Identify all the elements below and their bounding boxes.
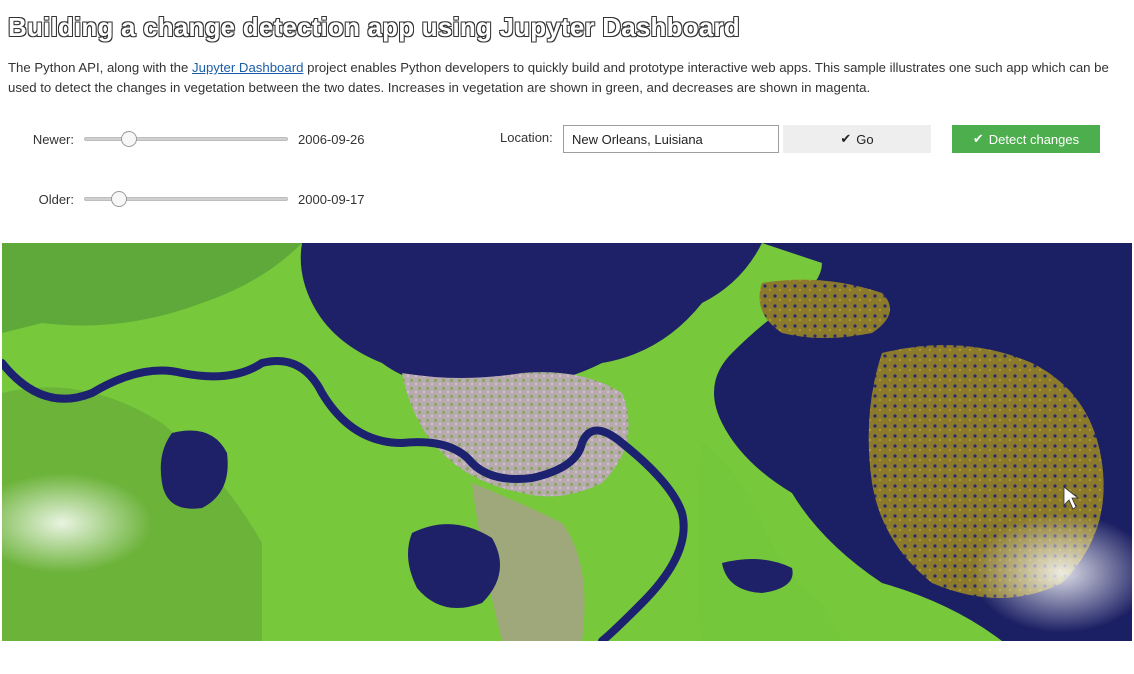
- older-date-value: 2000-09-17: [298, 191, 365, 207]
- newer-date-value: 2006-09-26: [298, 131, 365, 147]
- newer-slider[interactable]: [84, 131, 288, 147]
- detect-changes-button[interactable]: ✔ Detect changes: [952, 125, 1100, 153]
- older-slider-handle[interactable]: [111, 191, 128, 207]
- go-button-label: Go: [856, 131, 874, 147]
- check-icon: ✔: [972, 131, 984, 146]
- newer-label: Newer:: [32, 131, 74, 147]
- older-slider[interactable]: [84, 191, 288, 207]
- location-input[interactable]: [563, 125, 779, 153]
- go-button[interactable]: ✔ Go: [783, 125, 931, 153]
- check-icon: ✔: [840, 131, 852, 146]
- older-label: Older:: [38, 191, 74, 207]
- newer-slider-row: Newer: 2006-09-26: [0, 127, 365, 151]
- satellite-image: [2, 243, 1132, 641]
- location-label: Location:: [500, 130, 553, 145]
- satellite-map[interactable]: [2, 243, 1132, 641]
- description-text: The Python API, along with the: [8, 60, 193, 75]
- page-title: Building a change detection app using Ju…: [8, 12, 740, 42]
- jupyter-dashboard-link[interactable]: Jupyter Dashboard: [192, 60, 303, 75]
- description: The Python API, along with the Jupyter D…: [8, 58, 1118, 98]
- detect-changes-label: Detect changes: [988, 131, 1080, 147]
- older-slider-row: Older: 2000-09-17: [0, 187, 365, 211]
- newer-slider-handle[interactable]: [121, 131, 138, 147]
